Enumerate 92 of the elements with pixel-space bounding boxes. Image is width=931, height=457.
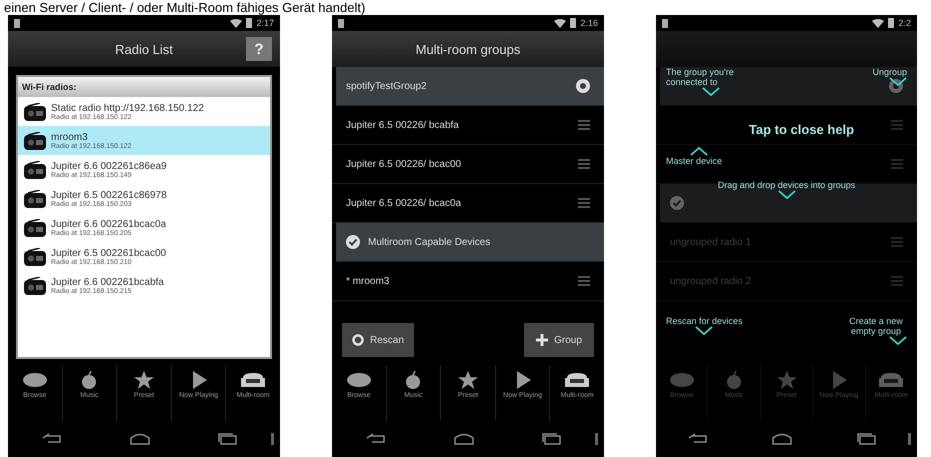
group-row[interactable]: spotifyTestGroup2 bbox=[336, 67, 604, 106]
star-icon bbox=[132, 371, 156, 389]
device-row[interactable]: Jupiter 6.5 00226/ bcac00 bbox=[332, 145, 604, 184]
device-row[interactable]: Jupiter 6.5 00226/ bcabfa bbox=[332, 106, 604, 145]
drag-handle-icon[interactable] bbox=[891, 237, 903, 247]
radio-name: Jupiter 6.5 002261bcac00 bbox=[51, 248, 166, 258]
radio-icon bbox=[24, 276, 46, 294]
status-time: 2:17 bbox=[256, 18, 274, 28]
row-label: ungrouped radio 1 bbox=[670, 236, 752, 248]
row-label: spotifyTestGroup2 bbox=[346, 80, 427, 92]
row-label: Jupiter 6.5 00226/ bcac00 bbox=[346, 158, 462, 170]
radio-icon bbox=[24, 160, 46, 178]
help-tip: Master device bbox=[666, 147, 722, 166]
cloud-icon bbox=[670, 371, 694, 389]
home-icon[interactable] bbox=[454, 433, 474, 445]
back-icon[interactable] bbox=[688, 433, 708, 445]
radio-icon bbox=[24, 248, 46, 266]
screen-title: Radio List bbox=[115, 42, 173, 56]
drag-handle-icon[interactable] bbox=[578, 276, 590, 286]
check-circle-icon bbox=[346, 235, 360, 249]
chevron-down-icon bbox=[695, 326, 714, 335]
device-row[interactable]: * mroom3 bbox=[332, 262, 604, 301]
drag-handle-icon[interactable] bbox=[578, 159, 590, 169]
recent-apps-icon[interactable] bbox=[856, 433, 877, 445]
chevron-down-icon bbox=[702, 87, 720, 96]
help-tip: Ungroup bbox=[872, 67, 907, 86]
home-icon[interactable] bbox=[130, 433, 150, 445]
screen-title: Multi-room groups bbox=[416, 42, 520, 56]
wifi-icon bbox=[872, 18, 884, 28]
wifi-icon bbox=[230, 18, 242, 28]
drag-handle-icon[interactable] bbox=[891, 120, 903, 130]
home-icon[interactable] bbox=[772, 433, 792, 445]
radio-name: Static radio http://192.168.150.122 bbox=[51, 102, 204, 114]
radio-name: mroom3 bbox=[51, 132, 89, 142]
radio-name: Jupiter 6.5 002261c86978 bbox=[51, 190, 167, 200]
chevron-down-icon bbox=[889, 336, 907, 345]
help-tip: Drag and drop devices into groups bbox=[718, 180, 856, 199]
back-icon[interactable] bbox=[366, 433, 386, 445]
battery-icon bbox=[570, 18, 576, 28]
sofa-icon bbox=[565, 371, 590, 389]
notification-icon bbox=[14, 18, 20, 28]
help-tip: The group you're connected to bbox=[666, 67, 756, 96]
star-icon bbox=[456, 371, 480, 389]
battery-icon bbox=[246, 18, 252, 28]
row-label: Jupiter 6.5 00226/ bcabfa bbox=[346, 120, 459, 130]
radio-name: Jupiter 6.6 002261bcabfa bbox=[51, 276, 164, 288]
check-circle-icon bbox=[670, 196, 684, 210]
close-help-text[interactable]: Tap to close help bbox=[748, 122, 854, 137]
radio-icon bbox=[24, 102, 46, 120]
radio-icon bbox=[24, 218, 46, 236]
row-label: ungrouped radio 2 bbox=[670, 276, 752, 286]
radio-name: Jupiter 6.6 002261bcac0a bbox=[51, 218, 166, 230]
notification-icon bbox=[338, 18, 344, 28]
row-label: Jupiter 6.5 00226/ bcac0a bbox=[346, 198, 462, 208]
group-button[interactable]: Group bbox=[524, 323, 594, 357]
sofa-icon bbox=[879, 371, 904, 389]
help-button[interactable]: ? bbox=[246, 37, 272, 61]
cloud-icon bbox=[346, 371, 371, 389]
chevron-down-icon bbox=[889, 77, 907, 86]
chevron-up-icon bbox=[690, 147, 708, 156]
plus-icon bbox=[536, 334, 548, 346]
caption-text: einen Server / Client- / oder Multi-Room fähiges Gerät handelt) bbox=[3, 0, 366, 15]
radio-icon bbox=[24, 190, 46, 208]
drag-handle-icon[interactable] bbox=[578, 120, 590, 130]
back-icon[interactable] bbox=[42, 433, 62, 445]
list-header: Wi-Fi radios: bbox=[18, 77, 270, 97]
notification-icon bbox=[662, 18, 668, 28]
status-time: 2:2 bbox=[898, 18, 911, 28]
chevron-down-icon bbox=[778, 190, 796, 199]
cloud-icon bbox=[22, 371, 47, 389]
row-label: * mroom3 bbox=[346, 276, 390, 286]
recent-apps-icon[interactable] bbox=[542, 433, 562, 445]
drag-handle-icon[interactable] bbox=[578, 198, 590, 208]
settings-icon[interactable] bbox=[889, 79, 903, 93]
sofa-icon bbox=[241, 371, 266, 389]
drag-handle-icon[interactable] bbox=[891, 276, 903, 286]
wifi-icon bbox=[554, 18, 566, 28]
row-label: Multiroom Capable Devices bbox=[368, 236, 490, 248]
radio-icon bbox=[24, 132, 46, 150]
refresh-icon bbox=[352, 334, 364, 346]
status-time: 2:16 bbox=[580, 18, 598, 28]
help-tip: Rescan for devices bbox=[666, 316, 743, 335]
recent-apps-icon[interactable] bbox=[218, 433, 238, 445]
rescan-button[interactable]: Rescan bbox=[342, 323, 414, 357]
battery-icon bbox=[888, 18, 894, 28]
star-icon bbox=[774, 371, 799, 389]
group-row[interactable] bbox=[660, 67, 917, 106]
drag-handle-icon[interactable] bbox=[891, 159, 903, 169]
settings-icon[interactable] bbox=[576, 79, 590, 93]
help-tip: Create a new empty group bbox=[845, 316, 907, 345]
section-row[interactable]: Multiroom Capable Devices bbox=[336, 223, 604, 262]
radio-name: Jupiter 6.6 002261c86ea9 bbox=[51, 160, 167, 172]
